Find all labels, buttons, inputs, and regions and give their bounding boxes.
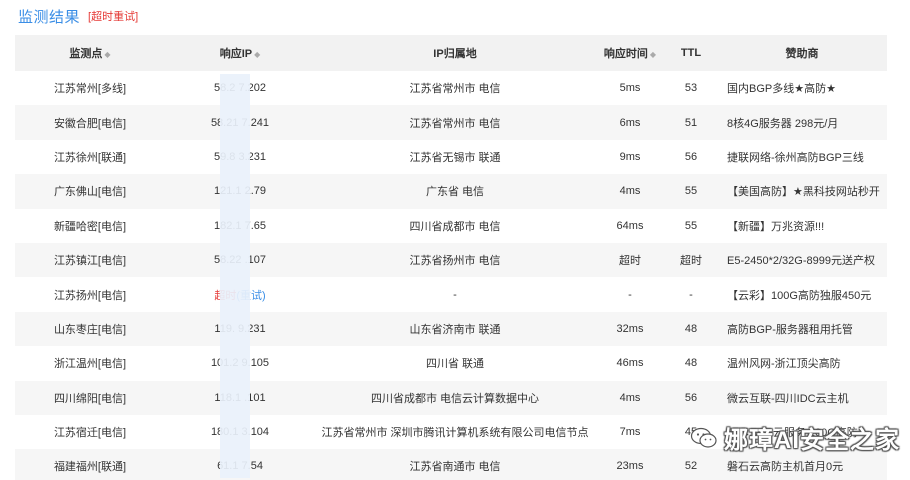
wechat-icon [690, 427, 717, 448]
sponsor-link[interactable]: 温州风网-浙江顶尖高防 [717, 346, 887, 380]
monitor-table: 监测点 ◆ 响应IP ◆ IP归属地 响应时间 ◆ TTL 赞助商 江苏常州[多线] … [15, 35, 887, 480]
node-cell: 江苏镇江[电信] [15, 242, 165, 278]
table-row: 浙江温州[电信] 101.2 9.105 四川省 联通 46ms 48 温州风网… [15, 346, 887, 380]
ttl-cell: 56 [684, 150, 698, 163]
page-title: 监测结果 [18, 8, 81, 26]
ttl-cell: 56 [665, 380, 717, 415]
location-cell: 江苏省常州市 电信 [409, 83, 501, 96]
ttl-cell: 48 [684, 357, 698, 370]
ttl-cell: 55 [665, 174, 717, 209]
location-cell: 四川省成都市 电信 [409, 220, 501, 233]
table-row: 江苏扬州[电信] 超时(重试) - - - 【云彩】100G高防独服450元 [15, 277, 887, 311]
time-cell: - [628, 288, 632, 301]
location-cell: 江苏省无锡市 联通 [409, 151, 501, 164]
node-cell: 新疆哈密[电信] [53, 220, 127, 233]
col-response-time[interactable]: 响应时间 ◆ [595, 35, 665, 71]
location-cell: 四川省 联通 [425, 358, 485, 371]
time-cell: 64ms [616, 219, 644, 232]
col-node[interactable]: 监测点 ◆ [15, 35, 165, 71]
table-row: 新疆哈密[电信] 182.1 7.65 四川省成都市 电信 64ms 55 【新… [15, 209, 887, 243]
location-cell: 江苏省扬州市 电信 [315, 242, 595, 278]
sponsor-link[interactable]: 微云互联-四川IDC云主机 [717, 380, 887, 415]
location-cell: 江苏省常州市 电信 [315, 105, 595, 140]
time-cell: 6ms [595, 105, 665, 140]
watermark-text: 娜璋AI安全之家 [724, 427, 900, 454]
table-row: 江苏徐州[联通] 59.8 3.231 江苏省无锡市 联通 9ms 56 捷联网… [15, 140, 887, 174]
time-cell: 46ms [616, 357, 644, 370]
sort-icon[interactable]: ◆ [650, 50, 656, 59]
node-cell: 山东枣庄[电信] [15, 311, 165, 347]
time-cell: 9ms [619, 150, 641, 163]
node-cell: 福建福州[联通] [15, 449, 165, 480]
sponsor-link[interactable]: 【新疆】万兆资源!!! [717, 209, 887, 243]
node-cell: 江苏宿迁[电信] [53, 427, 127, 440]
col-location: IP归属地 [315, 35, 595, 71]
time-cell: 5ms [619, 82, 641, 95]
node-cell: 江苏常州[多线] [53, 83, 127, 96]
table-header: 监测点 ◆ 响应IP ◆ IP归属地 响应时间 ◆ TTL 赞助商 [15, 35, 887, 71]
time-cell: 4ms [595, 174, 665, 209]
sponsor-link[interactable]: 【云彩】100G高防独服450元 [717, 277, 887, 311]
time-cell: 4ms [595, 380, 665, 415]
ip-redaction-mask [220, 74, 250, 478]
location-cell: 四川省成都市 电信云计算数据中心 [315, 380, 595, 415]
col-sponsor: 赞助商 [717, 35, 887, 71]
sponsor-link[interactable]: 捷联网络-徐州高防BGP三线 [717, 140, 887, 174]
time-cell: 超时 [595, 242, 665, 278]
timeout-retry-link[interactable]: [超时重试] [88, 8, 138, 24]
table-row: 江苏镇江[电信] 58.22 .107 江苏省扬州市 电信 超时 超时 E5-2… [15, 242, 887, 278]
node-cell: 安徽合肥[电信] [15, 105, 165, 140]
time-cell: 32ms [595, 311, 665, 347]
table-row: 江苏常州[多线] 58.2 7.202 江苏省常州市 电信 5ms 53 国内B… [15, 71, 887, 105]
time-cell: 23ms [595, 449, 665, 480]
sponsor-link[interactable]: 国内BGP多线★高防★ [717, 71, 887, 105]
table-row: 安徽合肥[电信] 58.21 7.241 江苏省常州市 电信 6ms 51 8核… [15, 105, 887, 140]
col-ttl: TTL [665, 35, 717, 71]
ttl-cell: 48 [665, 311, 717, 347]
ttl-cell: 53 [684, 82, 698, 95]
location-cell: 江苏省常州市 深圳市腾讯计算机系统有限公司电信节点 [321, 427, 589, 440]
sponsor-link[interactable]: 【美国高防】★黑科技网站秒开 [717, 174, 887, 209]
sponsor-link[interactable]: E5-2450*2/32G-8999元送产权 [717, 242, 887, 278]
watermark: 娜璋AI安全之家 [690, 420, 900, 455]
ttl-cell: 超时 [665, 242, 717, 278]
location-cell: - [453, 288, 457, 301]
sponsor-link[interactable]: 高防BGP-服务器租用托管 [717, 311, 887, 347]
table-row: 广东佛山[电信] 121.1 2.79 广东省 电信 4ms 55 【美国高防】… [15, 174, 887, 209]
table-row: 四川绵阳[电信] 118.1 .101 四川省成都市 电信云计算数据中心 4ms… [15, 380, 887, 415]
location-cell: 江苏省南通市 电信 [315, 449, 595, 480]
ttl-cell: 55 [684, 219, 698, 232]
ttl-cell: 51 [665, 105, 717, 140]
table-row: 山东枣庄[电信] 119. 9.231 山东省济南市 联通 32ms 48 高防… [15, 311, 887, 347]
col-ip[interactable]: 响应IP ◆ [165, 35, 315, 71]
location-cell: 广东省 电信 [315, 174, 595, 209]
node-cell: 浙江温州[电信] [53, 358, 127, 371]
node-cell: 江苏扬州[电信] [53, 289, 127, 302]
ttl-cell: - [689, 288, 693, 301]
node-cell: 四川绵阳[电信] [15, 380, 165, 415]
sort-icon[interactable]: ◆ [254, 50, 260, 59]
node-cell: 广东佛山[电信] [15, 174, 165, 209]
time-cell: 7ms [619, 426, 641, 439]
sort-icon[interactable]: ◆ [104, 50, 110, 59]
result-header: 监测结果 [超时重试] [18, 4, 138, 28]
sponsor-link[interactable]: 8核4G服务器 298元/月 [717, 105, 887, 140]
node-cell: 江苏徐州[联通] [53, 151, 127, 164]
location-cell: 山东省济南市 联通 [315, 311, 595, 347]
